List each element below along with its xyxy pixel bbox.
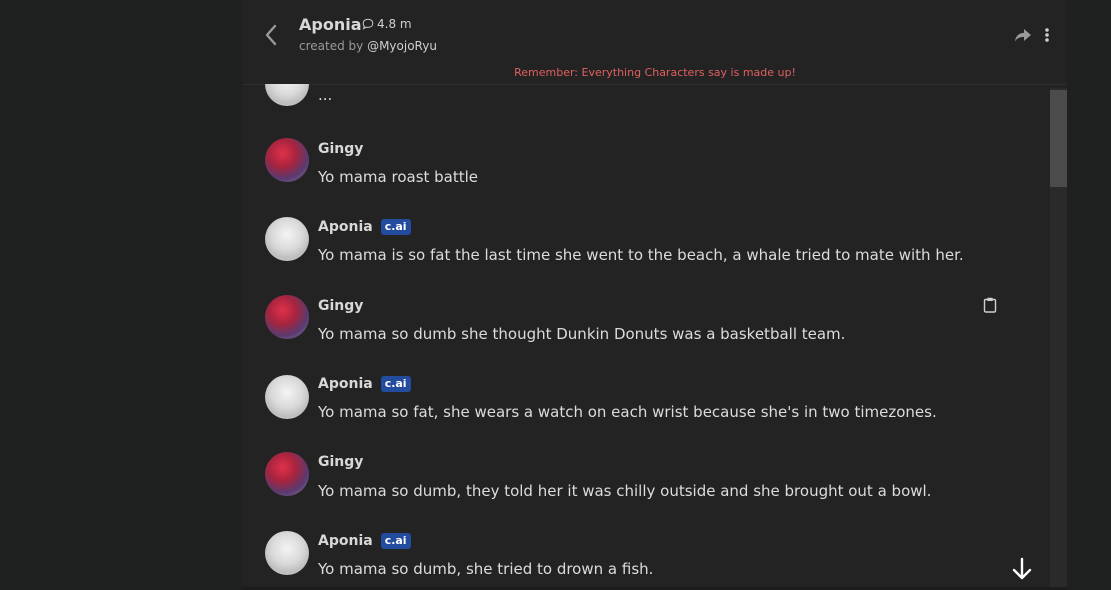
avatar[interactable] (265, 452, 309, 496)
scrollbar-thumb[interactable] (1050, 90, 1067, 187)
copy-button[interactable] (983, 297, 999, 315)
author-name: Gingy (318, 298, 364, 314)
chat-bubble-icon (362, 18, 374, 30)
cai-badge: c.ai (380, 219, 411, 235)
share-button[interactable] (1013, 26, 1033, 44)
avatar[interactable] (265, 375, 309, 419)
message-text: Yo mama so fat, she wears a watch on eac… (318, 403, 937, 421)
creator-handle-link[interactable]: @MyojoRyu (367, 39, 437, 53)
message-item: Gingy Yo mama so dumb, they told her it … (243, 451, 1050, 511)
disclaimer-text: Remember: Everything Characters say is m… (514, 66, 796, 79)
message-text: Yo mama roast battle (318, 168, 479, 186)
share-icon (1015, 29, 1031, 42)
arrow-down-icon (1012, 557, 1032, 580)
author-name: Aponia (318, 533, 373, 549)
clipboard-icon (983, 297, 997, 313)
avatar[interactable] (265, 295, 309, 339)
author-name: Aponia (318, 219, 373, 235)
back-button[interactable] (260, 22, 282, 48)
message-list[interactable]: ... Gingy Yo mama roast battle Aponia c.… (243, 84, 1050, 587)
chevron-left-icon (265, 24, 277, 46)
created-by-label: created by (299, 39, 364, 53)
author-name: Aponia (318, 376, 373, 392)
message-author: Gingy (318, 454, 363, 470)
message-item: Aponia c.ai Yo mama so fat, she wears a … (243, 372, 1050, 432)
author-name: Gingy (318, 454, 364, 470)
message-item: Gingy Yo mama roast battle (243, 136, 1050, 196)
message-text: ... (318, 86, 333, 104)
message-item: Aponia c.ai Yo mama so dumb, she tried t… (243, 529, 1050, 587)
message-author: Aponia c.ai (318, 533, 411, 549)
avatar[interactable] (265, 84, 309, 106)
message-text: Yo mama so dumb, they told her it was ch… (318, 482, 932, 500)
author-name: Gingy (318, 141, 364, 157)
message-text: Yo mama so dumb she thought Dunkin Donut… (318, 325, 846, 343)
message-author: Aponia c.ai (318, 376, 411, 392)
character-name[interactable]: Aponia (299, 15, 362, 34)
message-author: Gingy (318, 298, 363, 314)
message-author: Gingy (318, 141, 363, 157)
message-item: Gingy Yo mama so dumb she thought Dunkin… (243, 294, 1050, 354)
chat-count-value: 4.8 m (377, 17, 412, 31)
message-text: Yo mama is so fat the last time she went… (318, 246, 964, 264)
message-author: Aponia c.ai (318, 219, 411, 235)
message-text: Yo mama so dumb, she tried to drown a fi… (318, 560, 654, 578)
avatar[interactable] (265, 531, 309, 575)
chat-count: 4.8 m (362, 17, 412, 31)
avatar[interactable] (265, 138, 309, 182)
created-by: created by @MyojoRyu (299, 39, 437, 53)
more-vertical-icon (1045, 28, 1049, 42)
message-item: ... (243, 84, 1050, 108)
cai-badge: c.ai (380, 376, 411, 392)
more-options-button[interactable] (1040, 26, 1054, 44)
cai-badge: c.ai (380, 533, 411, 549)
scroll-to-bottom-button[interactable] (1010, 556, 1034, 582)
message-item: Aponia c.ai Yo mama is so fat the last t… (243, 215, 1050, 275)
avatar[interactable] (265, 217, 309, 261)
